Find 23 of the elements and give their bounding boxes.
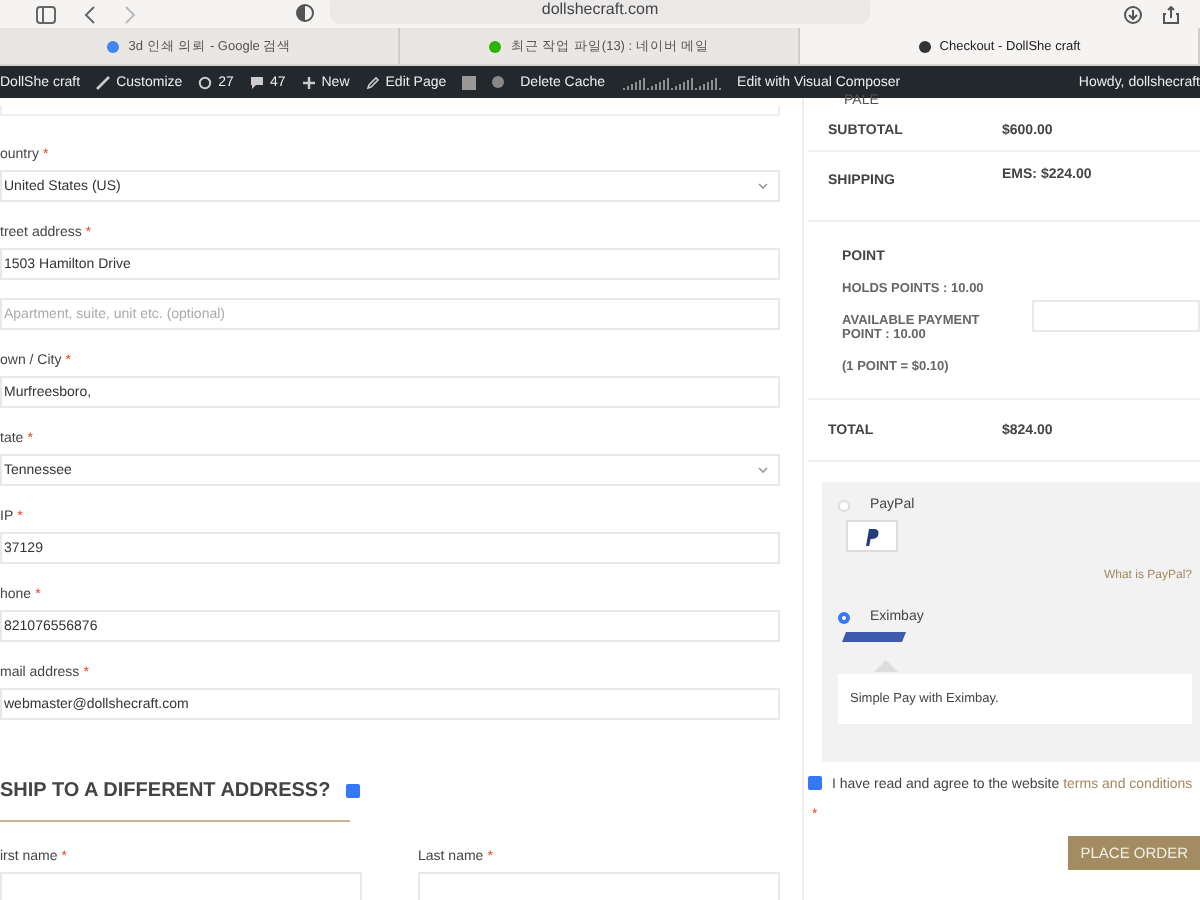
refresh-icon: [198, 75, 213, 89]
section-heading: SHIP TO A DIFFERENT ADDRESS?: [0, 780, 331, 802]
brush-icon: [96, 75, 111, 89]
chevron-down-icon: [758, 182, 768, 190]
pencil-icon: [365, 75, 380, 89]
plus-icon: [301, 75, 316, 89]
sidebar-icon[interactable]: [36, 5, 56, 23]
share-icon[interactable]: [1162, 5, 1180, 23]
paypal-logo-icon: [846, 520, 898, 552]
back-icon[interactable]: [84, 5, 96, 23]
radio-button[interactable]: [838, 611, 850, 623]
sparkline-graph: [621, 74, 722, 90]
checkbox[interactable]: [808, 776, 822, 790]
favicon-icon: [488, 39, 503, 53]
checkbox[interactable]: [346, 784, 361, 798]
address-bar[interactable]: dollshecraft.com: [330, 0, 870, 24]
chevron-down-icon: [758, 466, 768, 474]
favicon-icon: [917, 39, 932, 53]
download-icon[interactable]: [1124, 5, 1142, 23]
status-dot-icon: [492, 76, 505, 88]
favicon-icon: [106, 39, 121, 53]
speech-bubble-icon: [249, 75, 264, 89]
shield-icon[interactable]: [296, 4, 314, 22]
